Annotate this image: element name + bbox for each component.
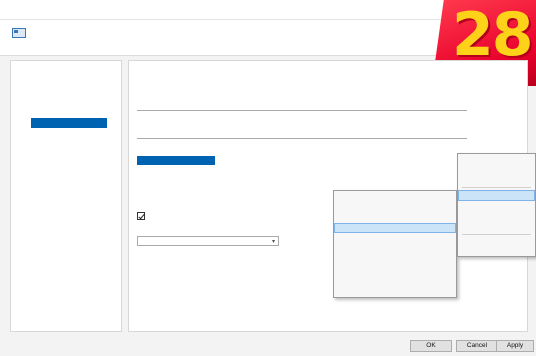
menu-item[interactable] — [334, 276, 456, 287]
sidebar-item[interactable] — [11, 138, 121, 148]
panel-title — [133, 63, 283, 72]
apply-button[interactable]: Apply — [496, 340, 534, 352]
menu-item[interactable] — [458, 154, 535, 164]
filename-label — [137, 147, 467, 155]
menu-separator — [462, 187, 531, 189]
settings-window: 28 ▾ OK Cancel Apply — [0, 0, 536, 356]
option-checkbox-label — [149, 212, 339, 220]
group-title — [133, 75, 283, 83]
sidebar-list — [11, 77, 121, 250]
sidebar-item[interactable] — [11, 230, 121, 240]
menu-item[interactable] — [458, 164, 535, 174]
sidebar-item[interactable] — [11, 148, 121, 158]
menu-item[interactable] — [458, 237, 535, 247]
option-select[interactable]: ▾ — [137, 236, 279, 246]
select-label — [137, 226, 287, 234]
sidebar-item[interactable] — [11, 199, 121, 209]
menu-item[interactable] — [334, 191, 456, 202]
ok-button[interactable]: OK — [410, 340, 452, 352]
folder-input[interactable] — [137, 102, 467, 111]
sidebar-item[interactable] — [11, 97, 121, 107]
sidebar-title — [17, 65, 117, 73]
menu-item[interactable] — [458, 221, 535, 231]
subfolder-input[interactable] — [137, 130, 467, 139]
variables-menu — [333, 190, 457, 298]
note-text — [137, 184, 357, 192]
folder-field — [137, 93, 467, 111]
profile-settings-sidebar — [10, 60, 122, 332]
menu-item[interactable] — [334, 255, 456, 266]
menu-item[interactable] — [334, 265, 456, 276]
sidebar-item[interactable] — [11, 179, 121, 189]
sidebar-item[interactable] — [11, 159, 121, 169]
variables-submenu — [457, 153, 536, 257]
menu-item[interactable] — [458, 175, 535, 185]
profile-name — [32, 27, 152, 35]
menu-item[interactable] — [334, 202, 456, 213]
menu-separator — [462, 233, 531, 235]
sidebar-item[interactable] — [11, 169, 121, 179]
sidebar-item[interactable] — [11, 209, 121, 219]
sidebar-item[interactable] — [11, 108, 121, 118]
sidebar-item[interactable] — [11, 128, 121, 138]
chevron-down-icon: ▾ — [271, 239, 275, 245]
sidebar-item[interactable] — [11, 87, 121, 97]
menu-item[interactable] — [334, 222, 456, 234]
profile-subtitle — [32, 37, 192, 45]
sidebar-item[interactable] — [31, 117, 107, 128]
sidebar-item[interactable] — [11, 189, 121, 199]
folder-label — [137, 93, 467, 101]
filename-field — [137, 147, 467, 165]
option-row — [137, 211, 337, 221]
menu-item[interactable] — [334, 244, 456, 255]
settings-link[interactable] — [137, 175, 177, 183]
filename-input[interactable] — [137, 156, 215, 165]
profile-icon — [12, 28, 26, 38]
select-value — [141, 238, 261, 245]
sidebar-item[interactable] — [11, 77, 121, 87]
menu-item[interactable] — [458, 190, 535, 201]
menu-item[interactable] — [334, 233, 456, 244]
subfolder-label — [137, 121, 467, 129]
menu-item[interactable] — [334, 212, 456, 223]
subfolder-field — [137, 121, 467, 139]
menu-item[interactable] — [458, 201, 535, 211]
sidebar-item[interactable] — [11, 220, 121, 230]
option-checkbox[interactable] — [137, 212, 145, 220]
menu-item[interactable] — [458, 211, 535, 221]
sidebar-item[interactable] — [11, 240, 121, 250]
cancel-button[interactable]: Cancel — [456, 340, 498, 352]
